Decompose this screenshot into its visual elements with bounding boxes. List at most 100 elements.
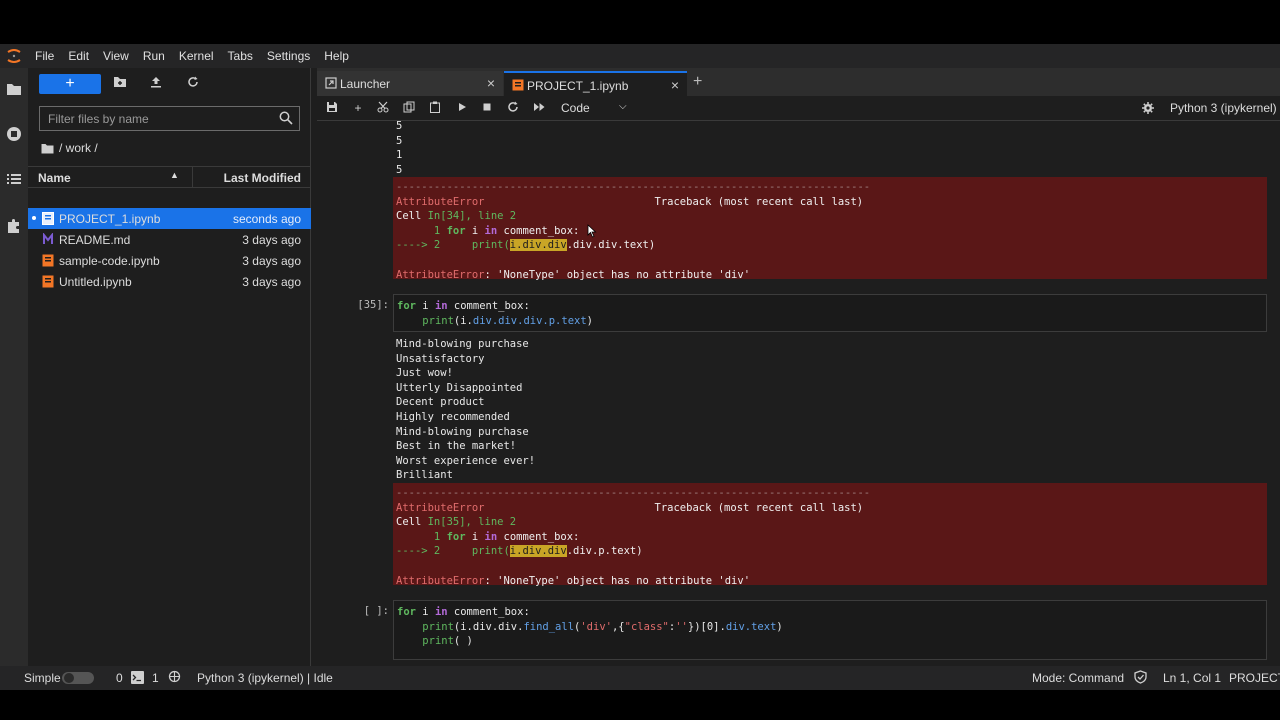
run-icon[interactable] (455, 101, 469, 115)
notebook-icon (42, 254, 54, 267)
code-line: print(i.div.div.find_all('div',{"class":… (397, 620, 1263, 635)
file-browser: + / work / Name ▲ Last Modified (28, 68, 311, 666)
fast-forward-icon[interactable] (532, 101, 546, 115)
save-icon[interactable] (325, 101, 339, 115)
menu-tabs[interactable]: Tabs (221, 44, 260, 68)
output-line: 1 (396, 149, 403, 162)
file-item-sample-code[interactable]: sample-code.ipynb 3 days ago (28, 250, 311, 271)
tab-label: Launcher (340, 77, 391, 91)
code-string: 'div' (580, 620, 612, 633)
output-line: Brilliant (396, 469, 453, 482)
file-item-untitled[interactable]: Untitled.ipynb 3 days ago (28, 271, 311, 292)
code-line: print(i.div.div.div.p.text) (397, 314, 1263, 329)
breadcrumb-path[interactable]: / work / (59, 141, 98, 155)
code-text: i (465, 224, 485, 237)
code-cell-input[interactable]: for i in comment_box: print(i.div.div.di… (393, 294, 1267, 332)
file-modified: 3 days ago (242, 233, 301, 247)
code-cell-input[interactable]: for i in comment_box: print(i.div.div.fi… (393, 600, 1267, 660)
menu-view[interactable]: View (96, 44, 136, 68)
error-name: AttributeError (396, 195, 485, 208)
kernel-status[interactable]: Python 3 (ipykernel) | Idle (197, 671, 333, 685)
current-file: PROJECT_1 (1229, 671, 1280, 685)
error-text: : 'NoneType' object has no attribute 'di… (484, 574, 751, 587)
close-icon[interactable]: × (671, 77, 679, 93)
code-keyword: for (397, 300, 416, 312)
folder-icon[interactable] (41, 143, 54, 154)
toc-icon[interactable] (5, 172, 23, 190)
line-arrow: ----> 2 (396, 239, 472, 252)
code-keyword: for (446, 530, 466, 543)
paste-icon[interactable] (428, 101, 442, 115)
output-line: 5 (396, 134, 403, 147)
file-item-readme[interactable]: README.md 3 days ago (28, 229, 311, 250)
running-icon[interactable] (5, 126, 23, 144)
code-builtin: print (422, 635, 454, 648)
kernel-icon[interactable] (168, 670, 181, 686)
close-icon[interactable]: × (487, 75, 495, 91)
column-last-modified[interactable]: Last Modified (224, 171, 301, 185)
extension-icon[interactable] (5, 218, 23, 236)
code-text: i (415, 606, 435, 618)
simple-mode-toggle[interactable] (62, 672, 94, 684)
menu-edit[interactable]: Edit (61, 44, 96, 68)
stop-icon[interactable] (480, 101, 494, 115)
search-icon[interactable] (279, 111, 293, 125)
code-line: print( ) (397, 634, 1263, 649)
code-builtin: print (422, 314, 454, 327)
file-filter (39, 106, 300, 131)
trusted-icon[interactable] (1134, 670, 1147, 687)
menu-run[interactable]: Run (136, 44, 172, 68)
kernel-name-button[interactable]: Python 3 (ipykernel) ( (1170, 101, 1280, 115)
menu-settings[interactable]: Settings (260, 44, 317, 68)
tab-project-1[interactable]: PROJECT_1.ipynb × (504, 71, 687, 96)
line-number: 1 (396, 224, 447, 237)
code-line: for i in comment_box: (397, 299, 1263, 314)
cut-icon[interactable] (376, 101, 390, 115)
new-launcher-button[interactable]: + (39, 74, 101, 94)
terminal-count[interactable]: 0 (116, 671, 123, 685)
column-name[interactable]: Name (38, 171, 71, 185)
cell-type-dropdown[interactable]: Code ⌵ (561, 101, 631, 115)
code-keyword: for (446, 224, 466, 237)
code-text: })[0]. (687, 620, 726, 633)
terminal-icon[interactable] (131, 671, 144, 684)
new-folder-icon[interactable] (112, 76, 128, 92)
code-text: i (415, 300, 435, 312)
code-text: ( ) (453, 635, 473, 648)
menu-help[interactable]: Help (317, 44, 356, 68)
error-name: AttributeError (396, 574, 485, 587)
simple-mode-label: Simple (24, 671, 61, 685)
refresh-icon[interactable] (185, 76, 201, 92)
sort-ascending-icon[interactable]: ▲ (170, 170, 179, 180)
notebook-panel[interactable]: 5 5 1 5 --------------------------------… (317, 121, 1280, 666)
copy-icon[interactable] (402, 101, 416, 115)
code-attribute: div.text (725, 620, 777, 633)
restart-icon[interactable] (506, 101, 520, 115)
file-item-project-1[interactable]: PROJECT_1.ipynb seconds ago (28, 208, 311, 229)
add-tab-icon[interactable]: + (693, 73, 702, 91)
menu-kernel[interactable]: Kernel (172, 44, 221, 68)
tab-launcher[interactable]: Launcher × (317, 71, 503, 96)
kernel-settings-icon[interactable] (1141, 101, 1155, 115)
column-divider[interactable] (192, 167, 193, 187)
error-message: AttributeError: 'NoneType' object has no… (393, 268, 1267, 283)
line-number: 1 (396, 530, 447, 543)
code-text: .div.p.text) (566, 545, 643, 558)
insert-cell-icon[interactable]: + (351, 101, 365, 115)
output-line: Utterly Disappointed (396, 381, 523, 394)
menu-file[interactable]: File (28, 44, 61, 68)
tab-label: PROJECT_1.ipynb (527, 79, 629, 93)
file-filter-input[interactable] (40, 107, 270, 130)
cursor-position[interactable]: Ln 1, Col 1 (1163, 671, 1221, 685)
chevron-down-icon: ⌵ (619, 101, 627, 112)
cell-prompt: [35]: (357, 299, 389, 311)
code-text: ,{ (611, 620, 625, 633)
upload-icon[interactable] (148, 76, 164, 92)
code-text: comment_box: (447, 300, 530, 312)
cell-prompt: [ ]: (363, 605, 389, 617)
kernel-count[interactable]: 1 (152, 671, 159, 685)
folder-icon[interactable] (5, 82, 23, 100)
menubar: File Edit View Run Kernel Tabs Settings … (0, 44, 1280, 68)
code-keyword: in (484, 224, 498, 237)
